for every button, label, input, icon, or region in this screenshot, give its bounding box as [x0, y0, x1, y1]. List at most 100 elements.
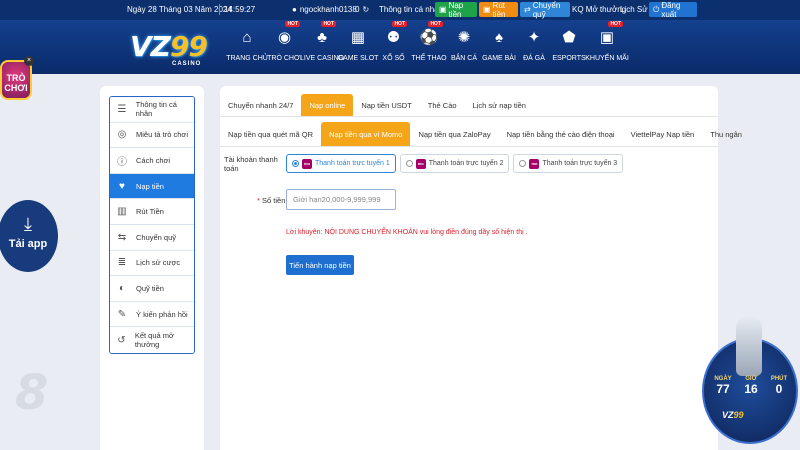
- nav-items: ⌂ TRANG CHỦ ◉ TRÒ CHƠI HOT ♣ LIVE CASINO HOT ▦ GA…: [226, 20, 629, 74]
- sidebar-item-6[interactable]: ≣ Lịch sử cược: [110, 250, 194, 277]
- sidebar-item-9[interactable]: ↺ Kết quả mở thưởng: [110, 327, 194, 353]
- nav-item-6[interactable]: ✺ BẮN CÁ: [447, 20, 481, 74]
- minutes-value: 0: [775, 382, 783, 396]
- sidebar-item-label: Kết quả mở thưởng: [134, 331, 174, 350]
- hours-value: 16: [744, 382, 758, 396]
- hot-badge: HOT: [428, 21, 443, 27]
- download-app-button[interactable]: ⤓ Tải app: [0, 200, 58, 272]
- account-info-link[interactable]: Thông tin cá nhân: [379, 5, 443, 14]
- secondary-tab-5[interactable]: Thu ngân: [702, 122, 750, 146]
- logout-button[interactable]: ⏻ Đăng xuất: [649, 1, 697, 19]
- hot-badge: HOT: [608, 21, 623, 27]
- primary-tab-3[interactable]: Thẻ Cào: [420, 94, 465, 116]
- nav-item-5[interactable]: ⚽ THỂ THAO HOT: [411, 20, 447, 74]
- list-icon: ≣: [117, 257, 127, 269]
- radio-button[interactable]: [292, 160, 299, 167]
- close-icon[interactable]: ×: [24, 56, 34, 66]
- withdraw-button[interactable]: ▣ Rút tiền: [479, 1, 518, 19]
- radio-button[interactable]: [405, 160, 413, 167]
- badge-brand: VZ99: [722, 410, 744, 420]
- sidebar-item-label: Lịch sử cược: [136, 258, 181, 268]
- sidebar-item-label: Rút Tiền: [136, 207, 164, 217]
- momo-icon: mo mo: [415, 158, 426, 176]
- sidebar-item-4[interactable]: ▥ Rút Tiền: [110, 199, 194, 225]
- nav-item-8[interactable]: ✦ ĐÁ GÀ: [517, 20, 551, 74]
- download-app-label: Tải app: [8, 238, 48, 250]
- amount-label-text: Số tiền: [262, 196, 286, 205]
- history-link[interactable]: Lịch Sử: [620, 5, 648, 14]
- divider: [219, 4, 220, 15]
- nav-item-2[interactable]: ♣ LIVE CASINO HOT: [300, 20, 344, 74]
- sidebar-item-1[interactable]: ◎ Miêu tả trò chơi: [110, 122, 194, 149]
- secondary-tab-2[interactable]: Nạp tiền qua ZaloPay: [410, 122, 498, 146]
- gamepad-icon: ◎: [117, 129, 127, 141]
- required-mark: *: [257, 196, 260, 205]
- tro-choi-badge: TRÒ CHƠI: [0, 60, 32, 100]
- gift-icon: ▣: [599, 29, 615, 46]
- game-icon: ◉: [277, 29, 292, 46]
- payment-option-label: Thanh toán trực tuyến 2: [428, 160, 504, 167]
- nav-item-3[interactable]: ▦ GAME SLOT: [338, 20, 379, 74]
- logo-vz: VZ: [130, 30, 171, 63]
- results-link[interactable]: KQ Mở thưởng: [572, 5, 626, 14]
- transfer-label: Chuyển quỹ: [532, 0, 561, 19]
- sidebar-item-5[interactable]: ⇆ Chuyển quỹ: [110, 224, 194, 251]
- primary-tab-2[interactable]: Nạp tiền USDT: [353, 94, 419, 116]
- coins-icon: ◐: [118, 282, 126, 294]
- sidebar-item-label: Miêu tả trò chơi: [136, 130, 189, 140]
- days-value: 77: [716, 382, 730, 396]
- primary-tab-4[interactable]: Lịch sử nạp tiền: [465, 94, 534, 116]
- refresh-icon[interactable]: ↻: [362, 5, 369, 14]
- radio-button[interactable]: [519, 160, 527, 167]
- primary-tab-0[interactable]: Chuyển nhanh 24/7: [220, 94, 301, 116]
- sidebar-item-8[interactable]: ✎ Ý kiến phản hồi: [110, 301, 194, 328]
- amount-label: * Số tiền: [257, 196, 285, 205]
- nav-item-1[interactable]: ◉ TRÒ CHƠI HOT: [265, 20, 304, 74]
- amount-input[interactable]: Giới hạn20,000-9,999,999: [286, 189, 396, 210]
- nav-item-label: TRANG CHỦ: [226, 55, 268, 62]
- account-sidebar: ☰ Thông tin cá nhân ◎ Miêu tả trò chơi ⓘ Cách…: [100, 86, 204, 450]
- logo-casino: CASINO: [172, 61, 202, 67]
- sidebar-item-7[interactable]: ◐ Quỹ tiền: [110, 276, 194, 302]
- wallet-icon: ▣: [439, 5, 447, 14]
- deposit-button[interactable]: ▣ Nạp tiền: [435, 1, 477, 19]
- vz99-logo[interactable]: VZ99 CASINO: [130, 32, 225, 72]
- username-text: ngockhanh0138: [299, 5, 357, 14]
- nav-item-label: TRÒ CHƠI: [267, 55, 302, 62]
- nav-item-0[interactable]: ⌂ TRANG CHỦ: [226, 20, 268, 74]
- secondary-tab-3[interactable]: Nạp tiền bằng thẻ cào điện thoại: [499, 122, 623, 146]
- primary-tab-1[interactable]: Nạp online: [301, 94, 354, 116]
- sidebar-item-3[interactable]: ♥ Nạp tiền: [110, 173, 194, 200]
- nav-item-10[interactable]: ▣ KHUYẾN MÃI HOT: [585, 20, 629, 74]
- secondary-tab-1[interactable]: Nạp tiền qua ví Momo: [321, 122, 411, 146]
- rooster-icon: ✦: [527, 29, 541, 46]
- nav-item-9[interactable]: ⬟ ESPORTS: [551, 20, 587, 74]
- secondary-tab-0[interactable]: Nạp tiền qua quét mã QR: [220, 122, 321, 146]
- euro-countdown-badge[interactable]: NGÀY 77 GIỜ 16 PHÚT 0 VZ99: [700, 312, 800, 446]
- badge-brand-vz: VZ: [722, 410, 734, 420]
- withdraw-icon: ▥: [117, 206, 127, 218]
- hot-badge: HOT: [392, 21, 407, 27]
- secondary-tab-4[interactable]: ViettelPay Nạp tiền: [623, 122, 703, 146]
- payment-option-1[interactable]: mo mo Thanh toán trực tuyến 2: [399, 154, 510, 176]
- nav-item-4[interactable]: ⚉ XỔ SỐ HOT: [376, 20, 411, 74]
- payment-option-0[interactable]: mo mo Thanh toán trực tuyến 1: [286, 154, 396, 176]
- nav-item-label: ESPORTS: [552, 55, 586, 62]
- cards-icon: ♠: [495, 29, 503, 46]
- transfer-icon: ⇄: [524, 5, 531, 14]
- main-nav: VZ99 CASINO ⌂ TRANG CHỦ ◉ TRÒ CHƠI HOT ♣ LIVE …: [0, 20, 800, 74]
- lottery-icon: ⚉: [386, 29, 401, 46]
- logo-99: 99: [169, 30, 208, 63]
- tro-choi-floating-badge[interactable]: TRÒ CHƠI ×: [0, 56, 36, 104]
- username-display[interactable]: ● ngockhanh0138: [292, 5, 357, 14]
- power-icon: ⏻: [653, 4, 660, 14]
- transfer-button[interactable]: ⇄ Chuyển quỹ: [520, 0, 570, 19]
- sidebar-item-label: Nạp tiền: [136, 181, 164, 191]
- sidebar-item-2[interactable]: ⓘ Cách chơi: [110, 148, 194, 174]
- payment-option-2[interactable]: mo mo Thanh toán trực tuyến 3: [513, 154, 624, 176]
- current-time: 14:59:27: [224, 5, 256, 14]
- submit-deposit-button[interactable]: Tiến hành nạp tiền: [286, 255, 354, 275]
- sidebar-item-0[interactable]: ☰ Thông tin cá nhân: [110, 97, 194, 123]
- nav-item-label: BẮN CÁ: [450, 55, 478, 62]
- nav-item-7[interactable]: ♠ GAME BÀI: [481, 20, 517, 74]
